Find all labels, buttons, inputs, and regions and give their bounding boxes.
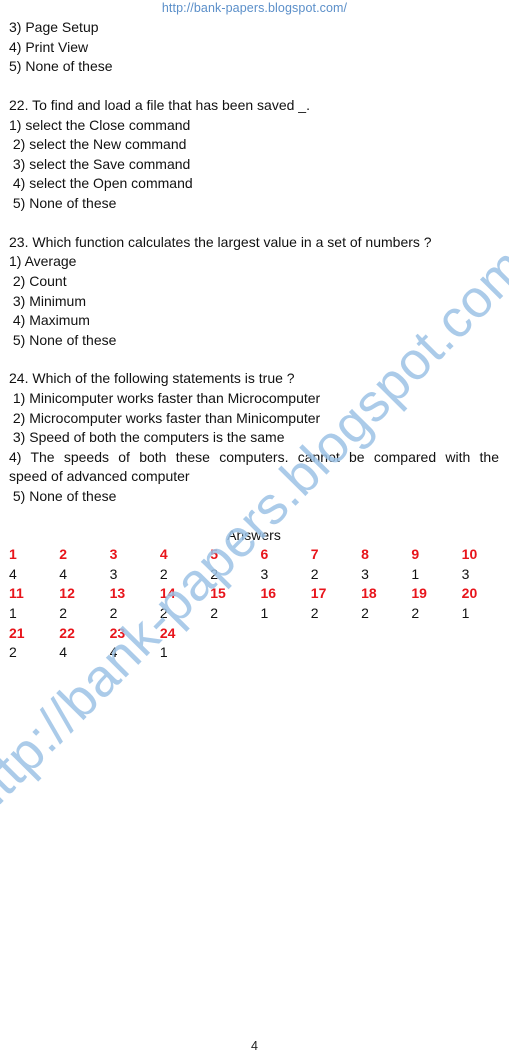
answer-question-number: 15 [210, 585, 226, 602]
answer-question-number: 14 [159, 585, 176, 602]
answer-value: 1 [461, 605, 470, 621]
answer-value [260, 643, 310, 663]
answer-question-number: 5 [210, 546, 218, 563]
answer-question-number [411, 624, 461, 644]
question-22: 22. To find and load a file that has bee… [9, 96, 499, 214]
option: 5) None of these [9, 331, 117, 348]
answer-value: 3 [109, 565, 118, 582]
option: 3) select the Save command [9, 155, 191, 172]
answers-title: Answers [227, 526, 281, 543]
answer-question-number: 13 [109, 585, 126, 602]
answer-value [361, 643, 411, 663]
answer-question-number: 18 [361, 585, 377, 602]
answer-question-number: 1 [9, 546, 17, 563]
answer-value: 2 [159, 565, 168, 582]
answer-value: 4 [9, 565, 17, 582]
page-number: 4 [251, 1039, 258, 1053]
answer-question-number: 4 [159, 546, 168, 563]
answer-question-number: 7 [310, 546, 319, 563]
answer-value: 4 [59, 565, 68, 582]
answer-value: 1 [9, 605, 17, 621]
option: 5) None of these [9, 194, 117, 211]
option: 3) Minimum [9, 292, 87, 309]
answer-value: 1 [411, 565, 420, 582]
answer-value: 4 [109, 644, 118, 661]
answer-value: 4 [59, 644, 68, 661]
option: 4) select the Open command [9, 175, 193, 192]
answer-question-number: 20 [461, 585, 478, 602]
answer-question-number: 3 [109, 546, 118, 563]
answer-value: 2 [210, 605, 218, 621]
answer-value: 3 [260, 565, 269, 582]
answer-question-number: 8 [361, 546, 369, 563]
option: 3) Page Setup [9, 19, 99, 35]
answer-value: 3 [461, 565, 470, 582]
answer-question-number: 9 [411, 546, 420, 563]
answer-question-number [210, 624, 260, 644]
answer-value: 2 [210, 565, 218, 582]
answer-value: 1 [159, 644, 168, 661]
answer-question-number [462, 624, 509, 644]
answer-question-number: 6 [260, 546, 269, 563]
answer-question-number: 17 [310, 585, 327, 602]
answer-value [411, 643, 461, 663]
answer-question-number [260, 624, 310, 644]
question-23: 23. Which function calculates the larges… [9, 233, 499, 351]
question-text: 22. To find and load a file that has bee… [9, 96, 310, 113]
answer-question-number: 2 [59, 546, 68, 563]
answer-question-number: 22 [59, 624, 75, 641]
answer-value: 1 [260, 605, 269, 621]
answer-question-number: 21 [9, 624, 25, 641]
option: 1) select the Close command [9, 116, 191, 133]
option-continuation: speed of advanced computer [9, 468, 190, 485]
question-24: 24. Which of the following statements is… [9, 369, 499, 506]
answer-question-number: 23 [109, 624, 126, 641]
answer-value: 2 [411, 605, 420, 621]
answer-value: 2 [109, 605, 118, 621]
answer-question-number: 19 [411, 585, 427, 602]
answer-question-number: 11 [9, 585, 24, 602]
answer-value: 2 [310, 565, 319, 582]
answer-value: 2 [361, 605, 369, 621]
answers-grid: 1 2 3 4 5 6 7 8 9 10 4 4 3 2 2 3 2 3 1 3 11 12 13 14 15 16 17 18 19 2… [9, 545, 499, 663]
option: 4) Print View [9, 38, 89, 55]
document-body: 3) Page Setup 4) Print View 5) None of t… [9, 18, 499, 663]
answer-question-number [361, 624, 411, 644]
option: 5) None of these [9, 58, 113, 75]
option: 1) Average [9, 253, 77, 270]
option: 2) select the New command [9, 136, 187, 153]
answer-value [210, 643, 260, 663]
answer-question-number: 16 [260, 585, 277, 602]
answer-question-number [311, 624, 361, 644]
answer-question-number: 12 [59, 585, 75, 602]
option: 4) Maximum [9, 312, 90, 329]
answer-value: 2 [9, 644, 17, 661]
answer-question-number: 24 [159, 624, 176, 641]
answer-value: 3 [361, 565, 369, 582]
answer-question-number: 10 [461, 546, 478, 563]
answer-value [311, 643, 361, 663]
answer-value [462, 643, 509, 663]
question-text: 24. Which of the following statements is… [9, 370, 295, 387]
option: 4) The speeds of both these computers. c… [9, 448, 499, 465]
option: 5) None of these [9, 488, 117, 505]
question-text: 23. Which function calculates the larges… [9, 233, 432, 250]
option: 3) Speed of both the computers is the sa… [9, 429, 285, 446]
option: 2) Count [9, 272, 67, 289]
answer-value: 2 [59, 605, 68, 621]
option: 1) Minicomputer works faster than Microc… [9, 390, 321, 407]
answer-value: 2 [310, 605, 319, 621]
answer-value: 2 [159, 605, 168, 621]
carryover-options: 3) Page Setup 4) Print View 5) None of t… [9, 18, 499, 77]
option: 2) Microcomputer works faster than Minic… [9, 409, 321, 426]
header-url[interactable]: http://bank-papers.blogspot.com/ [0, 1, 509, 15]
